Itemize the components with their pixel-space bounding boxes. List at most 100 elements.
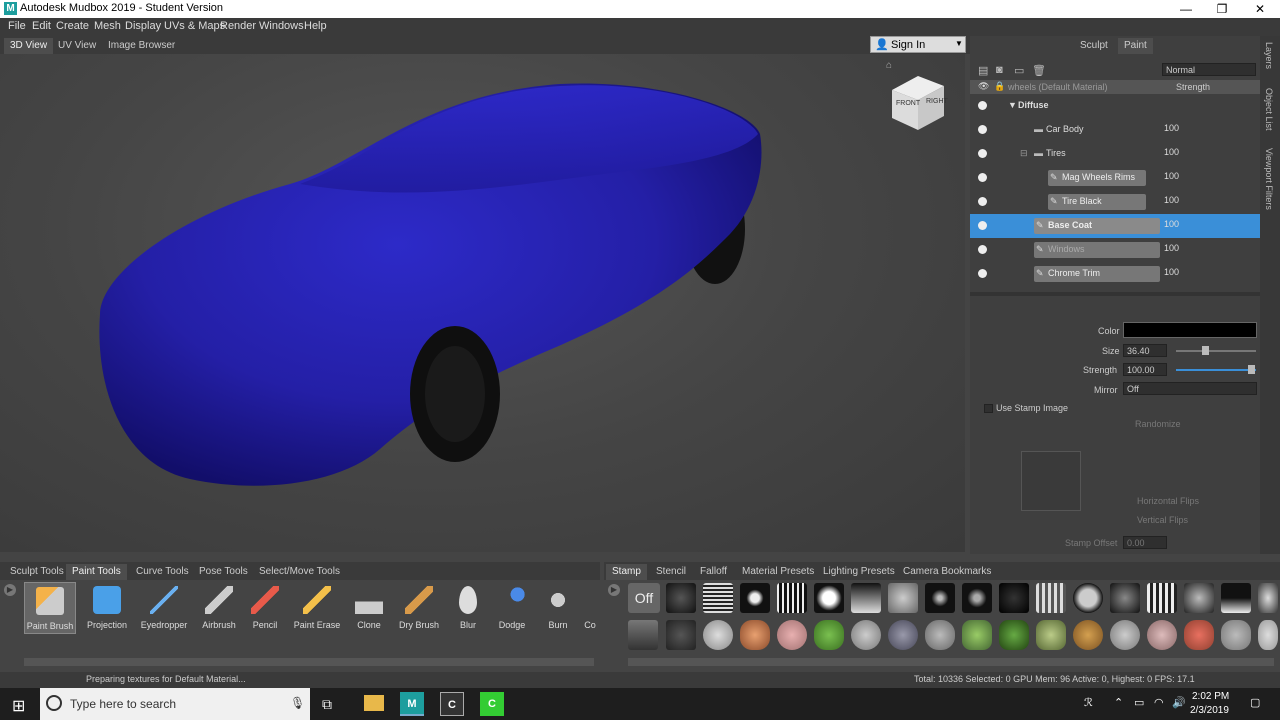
- stamp-thumbnail[interactable]: [703, 620, 733, 650]
- stamp-thumbnail[interactable]: [999, 620, 1029, 650]
- tab-object-list[interactable]: Object List: [1264, 88, 1274, 131]
- sign-in-button[interactable]: 👤 Sign In ▼: [870, 36, 966, 53]
- strength-input[interactable]: 100.00: [1123, 363, 1167, 376]
- layer-row-tires[interactable]: ⊟ ▬ Tires 100: [970, 142, 1260, 166]
- tab-select-move-tools[interactable]: Select/Move Tools: [253, 564, 346, 580]
- people-icon[interactable]: ℛ: [1084, 696, 1093, 709]
- stamp-preview[interactable]: [1021, 451, 1081, 511]
- trash-icon[interactable]: 🗑: [1032, 64, 1046, 77]
- tool-dry-brush[interactable]: Dry Brush: [393, 582, 445, 634]
- stamp-thumbnail[interactable]: [925, 620, 955, 650]
- viewcube-front[interactable]: FRONT: [896, 100, 920, 107]
- minimize-button[interactable]: —: [1168, 0, 1204, 18]
- clock-time[interactable]: 2:02 PM: [1192, 691, 1229, 702]
- tool-airbrush[interactable]: Airbrush: [193, 582, 245, 634]
- stamp-thumbnail[interactable]: [1221, 583, 1251, 613]
- microphone-icon[interactable]: 🎙: [290, 696, 305, 710]
- file-explorer-icon[interactable]: [364, 695, 384, 711]
- stamp-thumbnail[interactable]: [1110, 583, 1140, 613]
- tab-paint-tools[interactable]: Paint Tools: [66, 564, 127, 580]
- menu-create[interactable]: Create: [56, 20, 89, 32]
- scroll-arrow-icon[interactable]: ▶: [608, 584, 620, 596]
- folder-icon[interactable]: ▭: [1014, 64, 1024, 77]
- maximize-button[interactable]: ❐: [1204, 0, 1240, 18]
- stamp-thumbnail[interactable]: [814, 583, 844, 613]
- stamp-thumbnail[interactable]: [1073, 583, 1103, 613]
- menu-mesh[interactable]: Mesh: [94, 20, 121, 32]
- tool-dodge[interactable]: Dodge: [486, 582, 538, 634]
- visibility-dot[interactable]: [978, 197, 987, 206]
- visibility-dot[interactable]: [978, 221, 987, 230]
- stamp-thumbnail[interactable]: [628, 620, 658, 650]
- tools-scrollbar[interactable]: [24, 658, 594, 666]
- taskbar-search[interactable]: Type here to search 🎙: [40, 688, 310, 720]
- stamp-thumbnail[interactable]: [1036, 620, 1066, 650]
- tray-up-icon[interactable]: ⌃: [1114, 696, 1123, 709]
- stamp-offset-input[interactable]: 0.00: [1123, 536, 1167, 549]
- lock-icon[interactable]: 🔒: [994, 81, 1005, 92]
- tab-layers[interactable]: Layers: [1264, 42, 1274, 69]
- diffuse-row[interactable]: ▼ Diffuse: [970, 94, 1260, 118]
- stamp-thumbnail[interactable]: [777, 620, 807, 650]
- tab-material-presets[interactable]: Material Presets: [736, 564, 820, 580]
- layer-row-mag-wheels-rims[interactable]: Mag Wheels Rims ✎ 100: [970, 166, 1260, 190]
- stamp-thumbnail[interactable]: [888, 583, 918, 613]
- tab-camera-bookmarks[interactable]: Camera Bookmarks: [897, 564, 997, 580]
- wifi-icon[interactable]: ◠: [1154, 696, 1164, 709]
- stamp-thumbnail[interactable]: [703, 583, 733, 613]
- layer-row-windows[interactable]: Windows ✎ 100: [970, 238, 1260, 262]
- menu-help[interactable]: Help: [304, 20, 327, 32]
- scroll-arrow-icon[interactable]: ▶: [4, 584, 16, 596]
- tab-image-browser[interactable]: Image Browser: [102, 38, 181, 54]
- tab-sculpt-tools[interactable]: Sculpt Tools: [4, 564, 70, 580]
- stamps-scrollbar[interactable]: [628, 658, 1274, 666]
- visibility-dot[interactable]: [978, 101, 987, 110]
- menu-edit[interactable]: Edit: [32, 20, 51, 32]
- tab-stencil[interactable]: Stencil: [650, 564, 692, 580]
- color-swatch[interactable]: [1123, 322, 1257, 338]
- size-input[interactable]: 36.40: [1123, 344, 1167, 357]
- strength-slider-knob[interactable]: [1248, 365, 1255, 374]
- panel-divider[interactable]: [970, 292, 1260, 296]
- tab-curve-tools[interactable]: Curve Tools: [130, 564, 195, 580]
- stamp-thumbnail[interactable]: [1184, 620, 1214, 650]
- stamp-thumbnail[interactable]: [666, 583, 696, 613]
- camtasia-app-icon[interactable]: C: [440, 692, 464, 716]
- stamp-thumbnail[interactable]: [925, 583, 955, 613]
- tab-pose-tools[interactable]: Pose Tools: [193, 564, 254, 580]
- camtasia-recorder-icon[interactable]: C: [480, 692, 504, 716]
- stamp-thumbnail[interactable]: [740, 583, 770, 613]
- stamp-thumbnail[interactable]: [962, 583, 992, 613]
- stamp-thumbnail[interactable]: [1036, 583, 1066, 613]
- tool-paint-brush[interactable]: Paint Brush: [24, 582, 76, 634]
- stamp-thumbnail[interactable]: [1184, 583, 1214, 613]
- menu-display[interactable]: Display: [125, 20, 161, 32]
- visibility-dot[interactable]: [978, 125, 987, 134]
- tab-uv-view[interactable]: UV View: [52, 38, 102, 54]
- volume-icon[interactable]: 🔊: [1172, 696, 1186, 709]
- stamp-thumbnail[interactable]: [999, 583, 1029, 613]
- tab-falloff[interactable]: Falloff: [694, 564, 733, 580]
- stamp-thumbnail[interactable]: [1147, 620, 1177, 650]
- blend-mode-select[interactable]: Normal: [1162, 63, 1256, 76]
- visibility-dot[interactable]: [978, 149, 987, 158]
- menu-uvs-maps[interactable]: UVs & Maps: [164, 20, 225, 32]
- stamp-thumbnail[interactable]: [1073, 620, 1103, 650]
- camera-icon[interactable]: ◙: [996, 64, 1003, 76]
- layer-row-tire-black[interactable]: Tire Black ✎ 100: [970, 190, 1260, 214]
- clock-date[interactable]: 2/3/2019: [1190, 705, 1229, 716]
- stamp-thumbnail[interactable]: [777, 583, 807, 613]
- stamp-thumbnail[interactable]: [740, 620, 770, 650]
- strength-slider[interactable]: [1176, 369, 1256, 371]
- tool-burn[interactable]: Burn: [532, 582, 584, 634]
- menu-windows[interactable]: Windows: [259, 20, 304, 32]
- viewcube-right[interactable]: RIGHT: [926, 98, 948, 105]
- stamp-thumbnail[interactable]: [666, 620, 696, 650]
- tab-3d-view[interactable]: 3D View: [4, 38, 54, 54]
- layer-row-chrome-trim[interactable]: Chrome Trim ✎ 100: [970, 262, 1260, 286]
- visibility-dot[interactable]: [978, 173, 987, 182]
- network-icon[interactable]: ▭: [1134, 696, 1144, 709]
- use-stamp-checkbox[interactable]: [984, 404, 993, 413]
- mirror-select[interactable]: Off: [1123, 382, 1257, 395]
- tool-paint-erase[interactable]: Paint Erase: [291, 582, 343, 634]
